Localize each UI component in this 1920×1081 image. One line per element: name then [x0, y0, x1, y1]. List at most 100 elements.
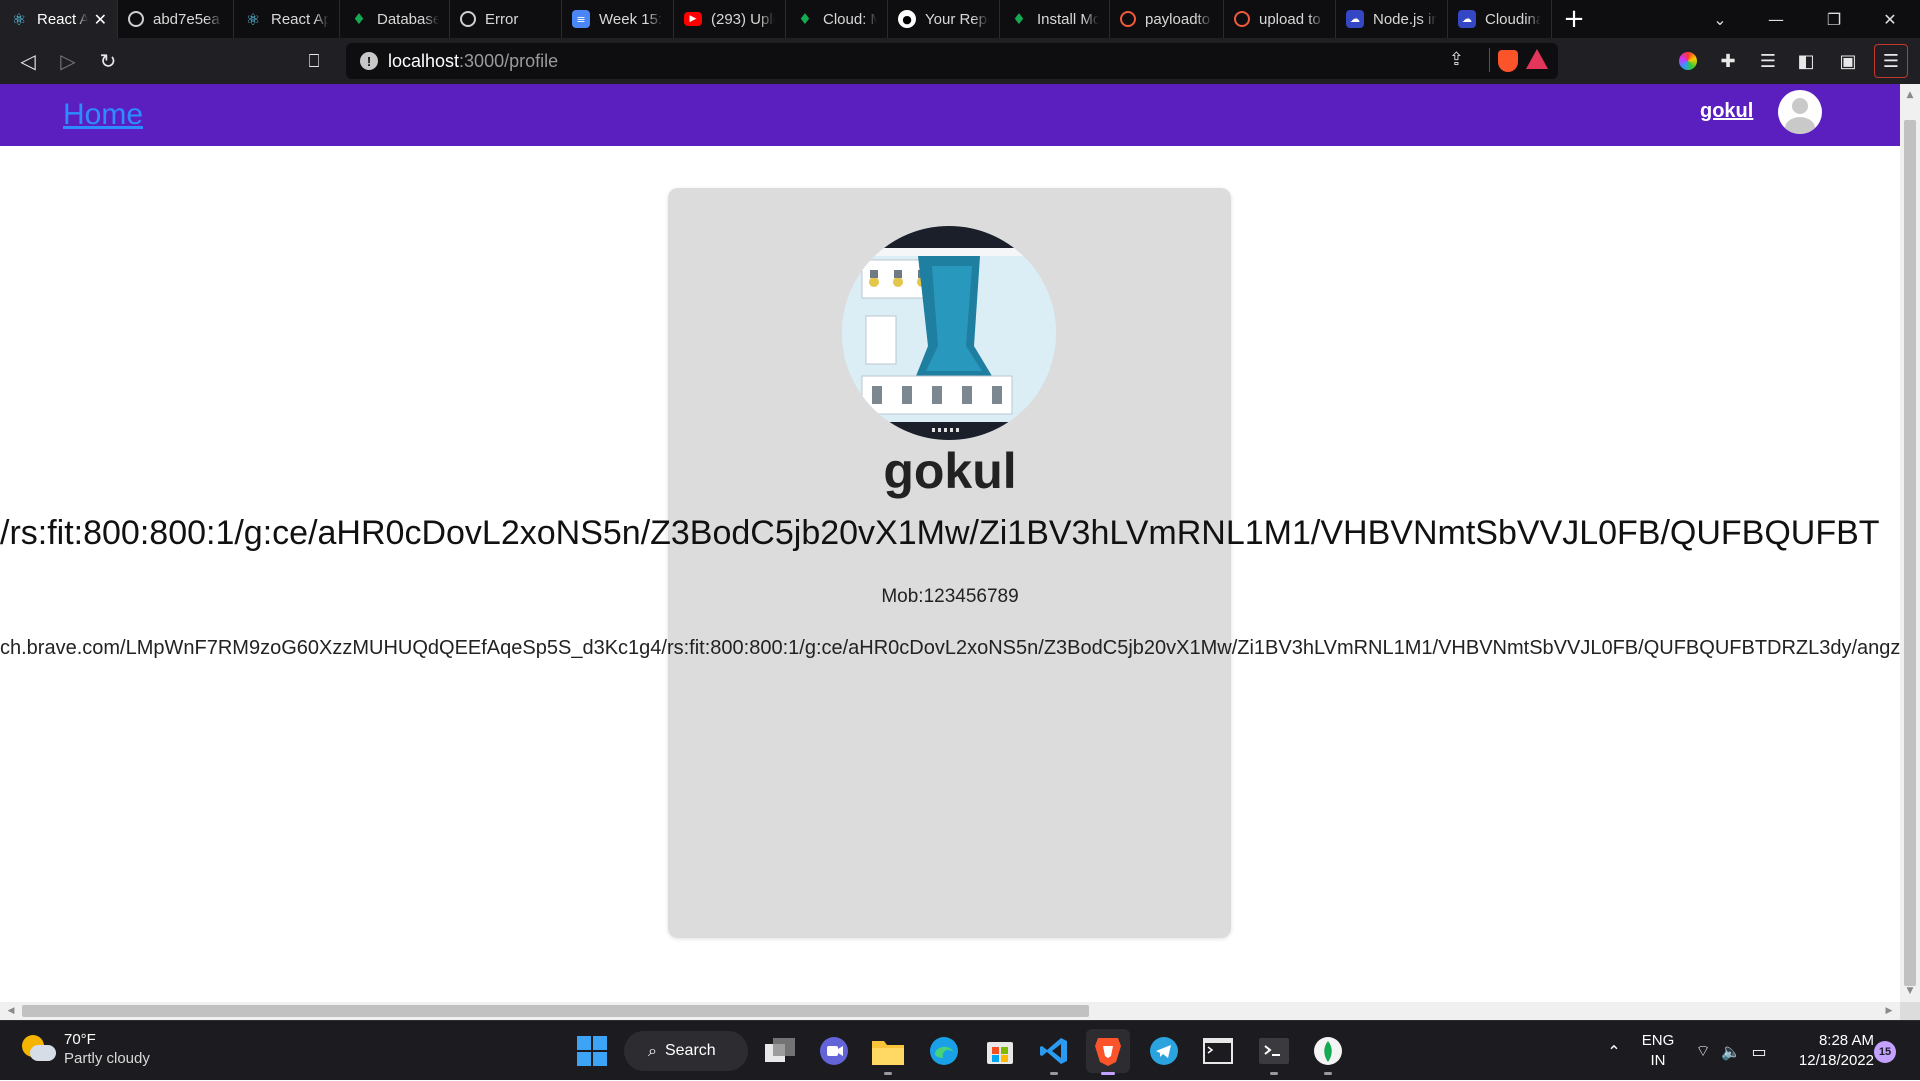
profile-picture	[842, 226, 1056, 440]
microsoft-store-icon[interactable]	[978, 1029, 1022, 1073]
show-hidden-icons-chevron-icon[interactable]: ⌃	[1600, 1021, 1628, 1081]
tab-github-repo[interactable]: ● Your Repo	[888, 0, 1000, 38]
new-tab-button[interactable]: +	[1552, 0, 1596, 38]
scroll-right-icon[interactable]: ▶	[1880, 1002, 1898, 1020]
windows-start-icon[interactable]	[570, 1029, 614, 1073]
notification-badge[interactable]: 15	[1874, 1041, 1896, 1063]
windows-terminal-icon[interactable]	[1252, 1029, 1296, 1075]
avatar-head	[1792, 98, 1808, 114]
home-link[interactable]: Home	[63, 98, 143, 132]
omnibox-divider	[1489, 48, 1490, 72]
react-icon: ⚛	[245, 9, 261, 29]
tab-cloud-mongo[interactable]: ♦ Cloud: Mo	[786, 0, 888, 38]
navbar: Home gokul	[0, 84, 1900, 146]
volume-icon[interactable]: 🔈	[1718, 1021, 1744, 1081]
brave-shields-icon[interactable]	[1498, 50, 1518, 72]
weather-widget[interactable]: 70°F Partly cloudy	[20, 1031, 150, 1067]
profile-name: gokul	[883, 443, 1017, 499]
system-clock[interactable]: 8:28 AM 12/18/2022	[1788, 1031, 1874, 1071]
tab-upload-to[interactable]: upload to	[1224, 0, 1336, 38]
tab-database[interactable]: ♦ Database	[340, 0, 450, 38]
wallet-icon[interactable]: ▣	[1828, 38, 1868, 84]
clock-time: 8:28 AM	[1818, 1032, 1874, 1049]
weather-temp: 70°F	[64, 1031, 96, 1048]
scroll-left-icon[interactable]: ◀	[2, 1002, 20, 1020]
tab-week-15[interactable]: ≡ Week 15:	[562, 0, 674, 38]
brave-rewards-icon[interactable]	[1526, 49, 1548, 69]
cloudinary-icon: ☁	[1346, 10, 1364, 28]
brave-taskbar-icon[interactable]	[1086, 1029, 1130, 1075]
tab-react-app-2[interactable]: ⚛ React App	[234, 0, 340, 38]
tab-strip: ⚛ React App ✕ abd7e5ea ⚛ React App ♦ Dat…	[0, 0, 1920, 38]
minimize-icon[interactable]: —	[1748, 0, 1804, 38]
tab-search-chevron-icon[interactable]: ⌄	[1692, 0, 1748, 38]
close-window-icon[interactable]: ✕	[1862, 0, 1918, 38]
wifi-icon[interactable]: ⌔	[1690, 1021, 1716, 1081]
tab-install-mongo[interactable]: ♦ Install Mo	[1000, 0, 1110, 38]
share-icon[interactable]: ⇪	[1449, 49, 1464, 70]
language-region: IN	[1650, 1052, 1666, 1069]
tab-nodejs[interactable]: ☁ Node.js in	[1336, 0, 1448, 38]
color-extension-icon[interactable]	[1668, 38, 1708, 84]
tab-react-app[interactable]: ⚛ React App ✕	[0, 0, 118, 38]
page-viewport: Home gokul gokul /rs:fit:800:800:1/g:ce/…	[0, 84, 1900, 1002]
scroll-up-icon[interactable]: ▲	[1900, 86, 1920, 104]
address-bar[interactable]: ! localhost:3000/profile ⇪	[346, 43, 1558, 79]
search-icon: ⌕	[648, 1041, 657, 1060]
vertical-scrollbar[interactable]: ▲ ▼	[1900, 84, 1920, 1002]
tab-youtube[interactable]: ▶ (293) Uplo	[674, 0, 786, 38]
site-info-icon[interactable]: !	[360, 52, 378, 70]
sidebar-icon[interactable]: ◧	[1786, 38, 1826, 84]
mongodb-leaf-icon: ♦	[352, 10, 366, 28]
profile-image-url-text: /rs:fit:800:800:1/g:ce/aHR0cDovL2xoNS5n/…	[0, 514, 1880, 552]
profile-mobile: Mob:123456789	[881, 586, 1019, 607]
file-explorer-icon[interactable]	[866, 1029, 910, 1075]
back-icon[interactable]: ◁	[8, 41, 48, 81]
bookmark-icon[interactable]: ⎕	[294, 41, 334, 81]
terminal-icon[interactable]	[1196, 1029, 1240, 1073]
tab-payloadto[interactable]: payloadto	[1110, 0, 1224, 38]
youtube-icon: ▶	[684, 12, 702, 26]
react-icon: ⚛	[11, 9, 27, 29]
address-host: localhost	[388, 50, 460, 71]
nav-avatar[interactable]	[1778, 90, 1822, 134]
brave-shield-icon	[1234, 11, 1250, 27]
forward-icon[interactable]: ▷	[48, 41, 88, 81]
vscode-icon[interactable]	[1032, 1029, 1076, 1075]
tab-error[interactable]: Error	[450, 0, 562, 38]
brave-shield-icon	[1120, 11, 1136, 27]
github-icon: ●	[898, 10, 916, 28]
partly-cloudy-icon	[20, 1031, 56, 1067]
vertical-scroll-thumb[interactable]	[1904, 120, 1916, 986]
scroll-down-icon[interactable]: ▼	[1900, 982, 1920, 1000]
horizontal-scroll-thumb[interactable]	[22, 1005, 1089, 1017]
playlist-icon[interactable]: ☰	[1748, 38, 1788, 84]
tab-abd7e5ea[interactable]: abd7e5ea	[118, 0, 234, 38]
tab-cloudinary[interactable]: ☁ Cloudinary	[1448, 0, 1552, 38]
language-indicator[interactable]: ENG IN	[1640, 1031, 1676, 1071]
teams-chat-icon[interactable]	[812, 1029, 856, 1073]
telegram-icon[interactable]	[1142, 1029, 1186, 1073]
globe-icon	[128, 11, 144, 27]
profile-picture-screenshot	[842, 226, 1056, 440]
profile-full-url-text: ch.brave.com/LMpWnF7RM9zoG60XzzMUHUQdQEE…	[0, 637, 1900, 659]
globe-icon	[460, 11, 476, 27]
clock-date: 12/18/2022	[1798, 1052, 1874, 1069]
taskbar-search[interactable]: ⌕ Search	[624, 1031, 748, 1071]
battery-icon[interactable]: ▭	[1746, 1021, 1772, 1081]
task-view-icon[interactable]	[758, 1029, 802, 1073]
language-code: ENG	[1641, 1032, 1675, 1049]
mongodb-compass-icon[interactable]	[1306, 1029, 1350, 1075]
mongodb-leaf-icon: ♦	[798, 10, 812, 28]
menu-icon[interactable]: ☰	[1874, 44, 1908, 78]
restore-icon[interactable]: ❐	[1806, 0, 1862, 38]
nav-username-link[interactable]: gokul	[1700, 100, 1753, 123]
cloudinary-icon: ☁	[1458, 10, 1476, 28]
reload-icon[interactable]: ↻	[88, 41, 128, 81]
extensions-icon[interactable]: ✚	[1708, 38, 1748, 84]
close-tab-icon[interactable]: ✕	[94, 10, 107, 29]
google-docs-icon: ≡	[572, 10, 590, 28]
horizontal-scrollbar[interactable]: ◀ ▶	[0, 1002, 1900, 1020]
weather-condition: Partly cloudy	[64, 1050, 150, 1067]
edge-icon[interactable]	[922, 1029, 966, 1073]
